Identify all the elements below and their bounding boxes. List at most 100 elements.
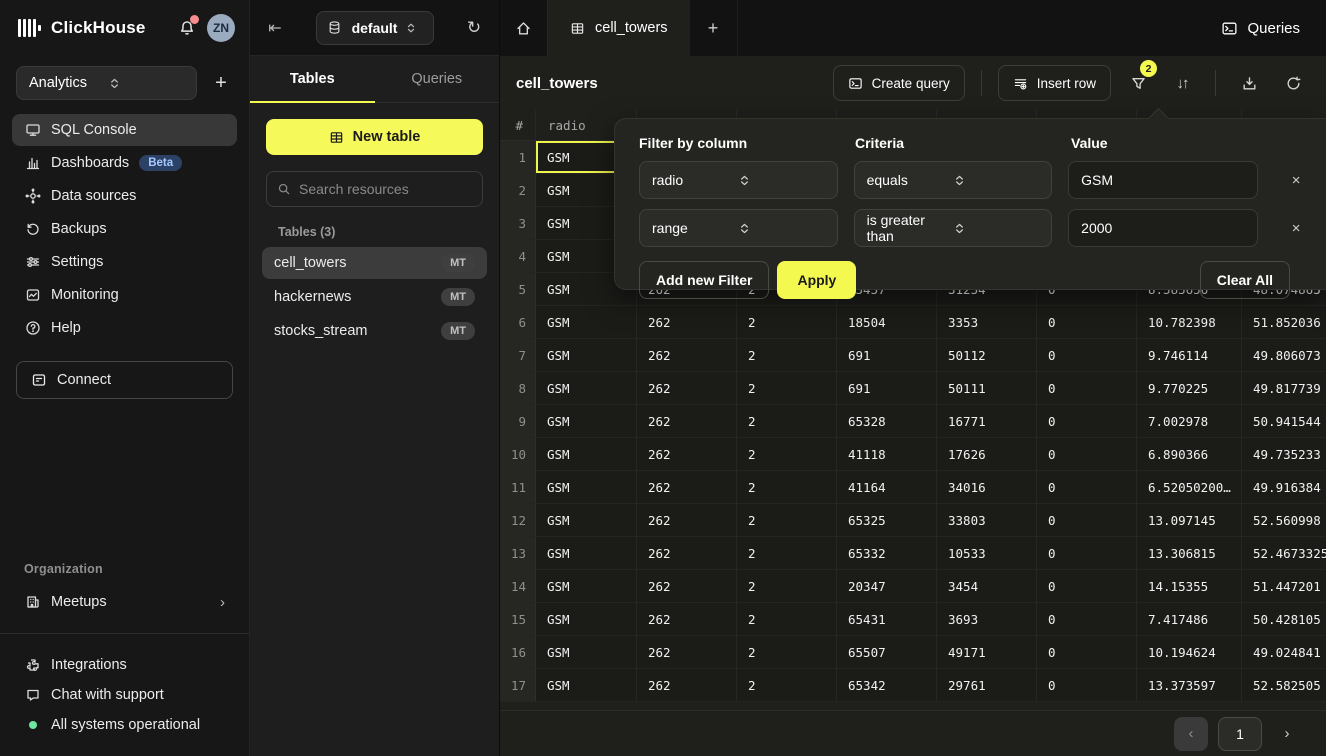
create-query-button[interactable]: Create query xyxy=(833,65,965,101)
queries-button[interactable]: Queries xyxy=(1195,0,1326,56)
table-cell[interactable]: 262 xyxy=(637,603,737,636)
table-cell[interactable]: 29761 xyxy=(937,669,1037,702)
table-item-stocks-stream[interactable]: stocks_stream MT xyxy=(262,315,487,347)
table-cell[interactable]: 691 xyxy=(837,372,937,405)
table-cell[interactable]: 7.417486 xyxy=(1137,603,1242,636)
add-filter-button[interactable]: Add new Filter xyxy=(639,261,769,299)
table-cell[interactable]: 41118 xyxy=(837,438,937,471)
table-cell[interactable]: GSM xyxy=(536,372,637,405)
table-cell[interactable]: GSM xyxy=(536,471,637,504)
refresh-button[interactable] xyxy=(1276,66,1310,100)
add-workspace-button[interactable]: + xyxy=(209,72,233,95)
connect-button[interactable]: Connect xyxy=(16,361,233,399)
table-cell[interactable]: GSM xyxy=(536,438,637,471)
clear-all-button[interactable]: Clear All xyxy=(1200,261,1290,299)
table-cell[interactable]: 0 xyxy=(1037,669,1137,702)
table-cell[interactable]: 0 xyxy=(1037,537,1137,570)
table-cell[interactable]: 50.428105 xyxy=(1242,603,1326,636)
table-cell[interactable]: GSM xyxy=(536,504,637,537)
home-tab[interactable] xyxy=(500,0,548,56)
table-item-hackernews[interactable]: hackernews MT xyxy=(262,281,487,313)
filter-value-input[interactable] xyxy=(1068,209,1258,247)
sidebar-item-meetups[interactable]: Meetups › xyxy=(12,586,237,618)
sidebar-item-monitoring[interactable]: Monitoring xyxy=(12,279,237,311)
tab-tables[interactable]: Tables xyxy=(250,56,375,102)
table-cell[interactable]: GSM xyxy=(536,603,637,636)
table-cell[interactable]: 50111 xyxy=(937,372,1037,405)
sidebar-item-chat-support[interactable]: Chat with support xyxy=(12,680,237,710)
table-cell[interactable]: 2 xyxy=(737,570,837,603)
tab-cell-towers[interactable]: cell_towers xyxy=(548,0,690,56)
table-cell[interactable]: 2 xyxy=(737,405,837,438)
table-cell[interactable]: 2 xyxy=(737,372,837,405)
table-cell[interactable]: 262 xyxy=(637,372,737,405)
table-cell[interactable]: 0 xyxy=(1037,471,1137,504)
table-cell[interactable]: 10533 xyxy=(937,537,1037,570)
table-cell[interactable]: 52.4673325 xyxy=(1242,537,1326,570)
table-cell[interactable]: 65431 xyxy=(837,603,937,636)
table-cell[interactable]: 6.890366 xyxy=(1137,438,1242,471)
database-selector[interactable]: default xyxy=(316,11,434,45)
table-cell[interactable]: GSM xyxy=(536,669,637,702)
table-cell[interactable]: 50112 xyxy=(937,339,1037,372)
insert-row-button[interactable]: Insert row xyxy=(998,65,1111,101)
table-cell[interactable]: 33803 xyxy=(937,504,1037,537)
table-cell[interactable]: 2 xyxy=(737,471,837,504)
new-tab-button[interactable]: + xyxy=(690,0,738,56)
table-cell[interactable]: 262 xyxy=(637,570,737,603)
sidebar-item-backups[interactable]: Backups xyxy=(12,213,237,245)
table-cell[interactable]: 10.782398 xyxy=(1137,306,1242,339)
table-cell[interactable]: 65332 xyxy=(837,537,937,570)
filter-remove-button[interactable]: × xyxy=(1286,172,1306,189)
workspace-selector[interactable]: Analytics xyxy=(16,66,197,100)
table-cell[interactable]: GSM xyxy=(536,570,637,603)
column-header-index[interactable]: # xyxy=(500,110,536,140)
filter-value-input[interactable] xyxy=(1068,161,1258,199)
table-cell[interactable]: 0 xyxy=(1037,603,1137,636)
table-cell[interactable]: 9.770225 xyxy=(1137,372,1242,405)
apply-button[interactable]: Apply xyxy=(777,261,856,299)
filter-button[interactable]: 2 xyxy=(1121,66,1155,100)
table-cell[interactable]: 2 xyxy=(737,603,837,636)
table-cell[interactable]: 41164 xyxy=(837,471,937,504)
previous-page-button[interactable]: ‹ xyxy=(1174,717,1208,751)
table-cell[interactable]: GSM xyxy=(536,306,637,339)
table-cell[interactable]: 262 xyxy=(637,669,737,702)
table-cell[interactable]: 14.15355 xyxy=(1137,570,1242,603)
table-item-cell-towers[interactable]: cell_towers MT xyxy=(262,247,487,279)
table-cell[interactable]: 51.447201 xyxy=(1242,570,1326,603)
table-cell[interactable]: 0 xyxy=(1037,339,1137,372)
sidebar-item-settings[interactable]: Settings xyxy=(12,246,237,278)
table-cell[interactable]: 0 xyxy=(1037,405,1137,438)
table-cell[interactable]: 7.002978 xyxy=(1137,405,1242,438)
system-status[interactable]: All systems operational xyxy=(12,710,237,740)
sidebar-item-sql-console[interactable]: SQL Console xyxy=(12,114,237,146)
table-cell[interactable]: 262 xyxy=(637,504,737,537)
table-cell[interactable]: 6.52050200… xyxy=(1137,471,1242,504)
current-page[interactable]: 1 xyxy=(1218,717,1262,751)
sidebar-item-dashboards[interactable]: Dashboards Beta xyxy=(12,147,237,179)
table-cell[interactable]: 0 xyxy=(1037,504,1137,537)
table-cell[interactable]: 2 xyxy=(737,537,837,570)
filter-column-select[interactable]: radio xyxy=(639,161,838,199)
table-cell[interactable]: 2 xyxy=(737,504,837,537)
table-cell[interactable]: 18504 xyxy=(837,306,937,339)
table-cell[interactable]: 52.582505 xyxy=(1242,669,1326,702)
table-cell[interactable]: GSM xyxy=(536,636,637,669)
table-cell[interactable]: 49.806073 xyxy=(1242,339,1326,372)
table-cell[interactable]: 51.852036 xyxy=(1242,306,1326,339)
table-cell[interactable]: 0 xyxy=(1037,306,1137,339)
table-cell[interactable]: 49.916384 xyxy=(1242,471,1326,504)
table-cell[interactable]: 52.560998 xyxy=(1242,504,1326,537)
table-cell[interactable]: 16771 xyxy=(937,405,1037,438)
table-cell[interactable]: GSM xyxy=(536,405,637,438)
refresh-tables-icon[interactable]: ↻ xyxy=(463,18,485,38)
collapse-panel-icon[interactable]: ⇤ xyxy=(264,18,286,38)
table-cell[interactable]: 262 xyxy=(637,306,737,339)
table-cell[interactable]: 2 xyxy=(737,669,837,702)
tab-queries[interactable]: Queries xyxy=(375,56,500,102)
table-cell[interactable]: 13.306815 xyxy=(1137,537,1242,570)
table-cell[interactable]: 262 xyxy=(637,636,737,669)
table-cell[interactable]: 20347 xyxy=(837,570,937,603)
table-cell[interactable]: 262 xyxy=(637,405,737,438)
